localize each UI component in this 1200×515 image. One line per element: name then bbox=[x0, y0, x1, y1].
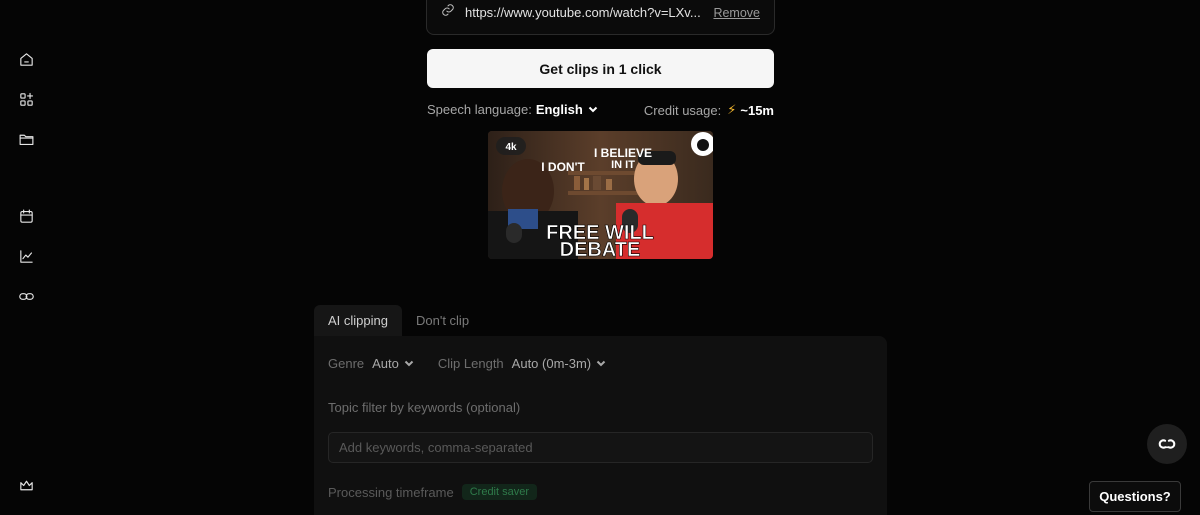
calendar-icon[interactable] bbox=[14, 204, 38, 228]
crown-icon[interactable] bbox=[14, 473, 38, 497]
genre-value-wrap: Auto bbox=[372, 356, 414, 371]
tab-ai-clipping[interactable]: AI clipping bbox=[314, 305, 402, 336]
keywords-input[interactable] bbox=[328, 432, 873, 463]
credit-usage-label: Credit usage: bbox=[643, 102, 722, 118]
genre-select[interactable]: Genre Auto bbox=[328, 356, 414, 371]
video-url-text: https://www.youtube.com/watch?v=LXv... bbox=[465, 5, 701, 20]
clip-length-value-wrap: Auto (0m-3m) bbox=[512, 356, 606, 371]
link-icon[interactable] bbox=[14, 284, 38, 308]
video-url-field[interactable]: https://www.youtube.com/watch?v=LXv... R… bbox=[426, 0, 775, 35]
link-icon bbox=[441, 3, 455, 22]
clipping-settings-panel: Genre Auto Clip Length Auto (0m-3m) Topi… bbox=[314, 336, 887, 515]
add-apps-icon[interactable] bbox=[14, 87, 38, 111]
thumbnail-bubble-right-line1: I BELIEVE bbox=[594, 146, 652, 160]
remove-url-link[interactable]: Remove bbox=[713, 6, 760, 20]
chat-widget-button[interactable] bbox=[1147, 424, 1187, 464]
speech-language-label: Speech language: bbox=[427, 102, 532, 117]
topic-filter-label: Topic filter by keywords (optional) bbox=[328, 400, 521, 415]
processing-timeframe-label: Processing timeframe bbox=[328, 484, 454, 500]
clip-length-select[interactable]: Clip Length Auto (0m-3m) bbox=[438, 356, 606, 371]
thumbnail-title-line2: DEBATE bbox=[560, 239, 641, 259]
processing-timeframe-row: Processing timeframe Credit saver bbox=[328, 484, 538, 500]
credit-usage-row: Credit usage: ⚡ ~15m bbox=[644, 102, 774, 118]
chevron-down-icon bbox=[596, 356, 606, 371]
credit-usage-value: ~15m bbox=[740, 102, 774, 118]
tab-dont-clip[interactable]: Don't clip bbox=[402, 305, 483, 336]
questions-button[interactable]: Questions? bbox=[1089, 481, 1181, 512]
speech-language-select[interactable]: English bbox=[536, 102, 598, 117]
thumbnail-bubble-left: I DON'T bbox=[541, 160, 585, 174]
clipping-tabs: AI clipping Don't clip bbox=[314, 305, 483, 336]
lightning-icon: ⚡ bbox=[727, 102, 737, 117]
credit-saver-badge: Credit saver bbox=[461, 484, 538, 500]
clip-length-value: Auto (0m-3m) bbox=[511, 356, 592, 371]
thumbnail-bubble-right-line2: IN IT bbox=[611, 159, 635, 171]
chevron-down-icon bbox=[404, 356, 414, 371]
speech-language-value: English bbox=[535, 102, 583, 117]
analytics-icon[interactable] bbox=[14, 244, 38, 268]
filter-row: Genre Auto Clip Length Auto (0m-3m) bbox=[328, 356, 630, 371]
get-clips-button[interactable]: Get clips in 1 click bbox=[427, 49, 774, 88]
genre-label: Genre bbox=[328, 356, 365, 371]
sidebar bbox=[0, 0, 52, 515]
clip-length-label: Clip Length bbox=[437, 356, 504, 371]
genre-value: Auto bbox=[372, 356, 399, 371]
video-thumbnail: 4k I DON'T I BELIEVE IN IT FREE WILL DEB… bbox=[488, 131, 713, 259]
chat-icon bbox=[1158, 439, 1176, 449]
home-icon[interactable] bbox=[14, 47, 38, 71]
chevron-down-icon bbox=[588, 102, 598, 117]
speech-language-row: Speech language: English bbox=[427, 102, 598, 117]
folder-icon[interactable] bbox=[14, 127, 38, 151]
thumbnail-badge: 4k bbox=[505, 142, 517, 153]
